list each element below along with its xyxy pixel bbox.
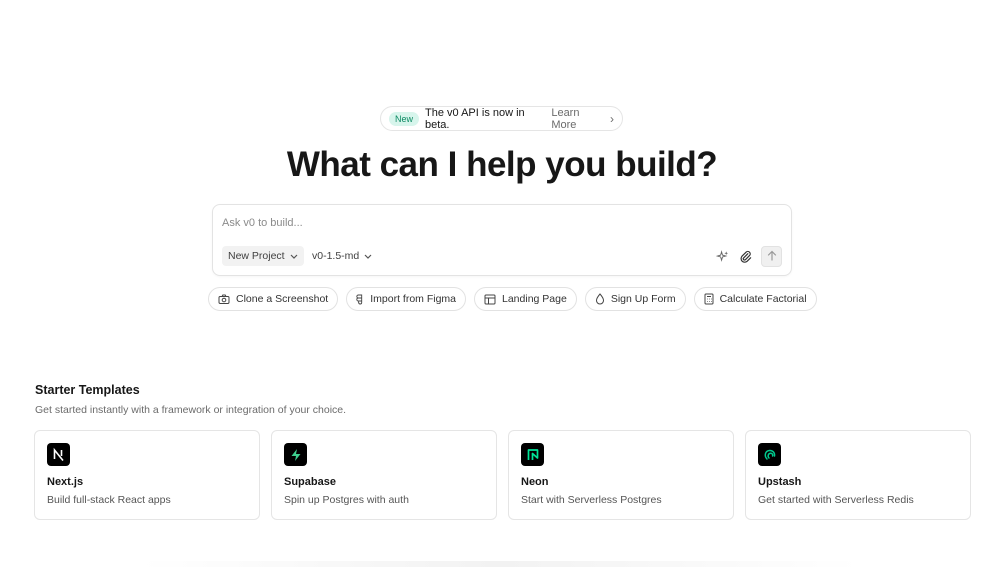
template-cards: Next.js Build full-stack React apps Supa… <box>34 430 971 520</box>
upstash-logo-icon <box>758 443 781 466</box>
announcement-banner[interactable]: New The v0 API is now in beta. Learn Mor… <box>380 106 623 131</box>
suggestion-chips: Clone a Screenshot Import from Figma Lan… <box>208 287 817 311</box>
send-button[interactable] <box>761 246 782 267</box>
chevron-down-icon <box>290 252 298 261</box>
model-label: v0-1.5-md <box>312 250 360 262</box>
card-description: Spin up Postgres with auth <box>284 494 409 506</box>
chip-label: Sign Up Form <box>610 293 676 305</box>
card-title: Neon <box>521 476 549 488</box>
droplet-icon <box>595 293 604 305</box>
model-selector[interactable]: v0-1.5-md <box>308 246 376 266</box>
card-description: Build full-stack React apps <box>47 494 171 506</box>
page-title: What can I help you build? <box>286 145 718 184</box>
supabase-logo-icon <box>284 443 307 466</box>
new-badge: New <box>389 111 420 126</box>
chip-label: Import from Figma <box>370 293 456 305</box>
calculator-icon <box>704 293 714 305</box>
section-title: Starter Templates <box>35 383 140 397</box>
chevron-down-icon <box>364 252 372 261</box>
template-card-nextjs[interactable]: Next.js Build full-stack React apps <box>34 430 260 520</box>
card-title: Next.js <box>47 476 84 488</box>
template-card-upstash[interactable]: Upstash Get started with Serverless Redi… <box>745 430 971 520</box>
project-selector[interactable]: New Project <box>222 246 304 266</box>
chevron-right-icon: › <box>610 111 614 126</box>
nextjs-logo-icon <box>47 443 70 466</box>
section-subtitle: Get started instantly with a framework o… <box>35 404 347 416</box>
announcement-text: The v0 API is now in beta. <box>425 106 525 131</box>
arrow-up-icon <box>767 249 777 264</box>
sparkles-icon[interactable] <box>712 246 732 266</box>
card-description: Start with Serverless Postgres <box>521 494 662 506</box>
template-card-neon[interactable]: Neon Start with Serverless Postgres <box>508 430 734 520</box>
chip-label: Calculate Factorial <box>719 293 807 305</box>
chip-label: Landing Page <box>502 293 567 305</box>
learn-more-link[interactable]: Learn More <box>551 107 605 131</box>
figma-icon <box>356 294 363 304</box>
chip-landing-page[interactable]: Landing Page <box>474 287 577 311</box>
camera-icon <box>218 294 230 304</box>
layout-icon <box>484 294 496 304</box>
card-title: Upstash <box>758 476 802 488</box>
prompt-input[interactable] <box>222 214 762 232</box>
chip-calculate-factorial[interactable]: Calculate Factorial <box>693 287 817 311</box>
card-title: Supabase <box>284 476 336 488</box>
template-card-supabase[interactable]: Supabase Spin up Postgres with auth <box>271 430 497 520</box>
card-description: Get started with Serverless Redis <box>758 494 914 506</box>
paperclip-icon[interactable] <box>735 246 755 266</box>
chip-clone-screenshot[interactable]: Clone a Screenshot <box>208 287 339 311</box>
prompt-box: New Project v0-1.5-md <box>212 204 792 276</box>
neon-logo-icon <box>521 443 544 466</box>
chip-import-figma[interactable]: Import from Figma <box>346 287 466 311</box>
chip-label: Clone a Screenshot <box>236 293 329 305</box>
chip-sign-up-form[interactable]: Sign Up Form <box>584 287 686 311</box>
project-label: New Project <box>228 250 285 262</box>
bottom-divider <box>140 561 860 567</box>
